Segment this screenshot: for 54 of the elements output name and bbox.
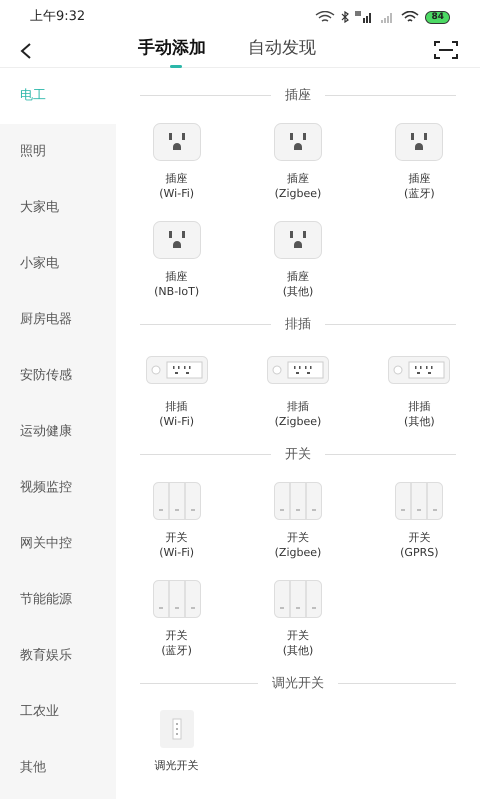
power-strip-icon xyxy=(266,356,329,384)
power-strip-icon xyxy=(146,356,208,384)
sidebar-item[interactable]: 视频监控 xyxy=(0,460,116,516)
device-item[interactable]: 排插 (其他) xyxy=(358,351,480,429)
device-item[interactable]: 调光开关 xyxy=(116,710,238,773)
device-item[interactable]: 插座 (其他) xyxy=(237,220,359,298)
sidebar-item[interactable]: 大家电 xyxy=(0,180,116,236)
device-item[interactable]: 插座 (蓝牙) xyxy=(358,122,480,200)
socket-icon xyxy=(274,122,322,160)
sidebar-item[interactable]: 厨房电器 xyxy=(0,292,116,348)
socket-icon xyxy=(152,122,201,160)
sidebar-item[interactable]: 网关中控 xyxy=(0,516,116,572)
device-item[interactable]: 开关 (蓝牙) xyxy=(116,580,238,658)
status-time: 上午9:32 xyxy=(30,8,86,26)
device-item[interactable]: 插座 (Zigbee) xyxy=(237,122,359,200)
section-title: 排插 xyxy=(285,316,311,334)
scan-icon[interactable] xyxy=(434,40,458,60)
sidebar-item[interactable]: 其他 xyxy=(0,740,116,796)
wall-switch-icon xyxy=(152,580,201,618)
sidebar-item[interactable]: 照明 xyxy=(0,124,116,180)
wifi-icon xyxy=(315,11,336,23)
section-title: 插座 xyxy=(285,87,311,105)
bluetooth-icon xyxy=(341,11,350,23)
device-item[interactable]: 排插 (Zigbee) xyxy=(237,351,359,429)
tab[interactable]: 手动添加 xyxy=(138,36,206,68)
wall-switch-icon xyxy=(274,482,322,520)
device-item[interactable]: 插座 (NB-IoT) xyxy=(116,220,238,298)
wall-switch-icon xyxy=(395,482,444,520)
battery-level: 84 xyxy=(425,10,450,24)
device-item[interactable]: 排插 (Wi-Fi) xyxy=(116,351,238,429)
device-item[interactable]: 插座 (Wi-Fi) xyxy=(116,122,238,200)
sidebar-item[interactable]: 节能能源 xyxy=(0,572,116,628)
socket-icon xyxy=(395,122,444,160)
signal-icon xyxy=(355,11,374,23)
section-title: 开关 xyxy=(285,446,311,464)
sidebar-item[interactable]: 运动健康 xyxy=(0,404,116,460)
power-strip-icon xyxy=(388,356,450,384)
sidebar-item[interactable]: 教育娱乐 xyxy=(0,628,116,684)
sidebar-item[interactable]: 工农业 xyxy=(0,684,116,740)
socket-icon xyxy=(274,220,322,258)
wifi-icon xyxy=(401,11,420,23)
section-title: 调光开关 xyxy=(272,674,324,692)
back-icon[interactable] xyxy=(20,43,32,59)
device-item[interactable]: 开关 (其他) xyxy=(237,580,359,658)
wall-switch-icon xyxy=(152,482,201,520)
dimmer-switch-icon xyxy=(160,710,194,748)
socket-icon xyxy=(152,220,201,258)
sidebar-item[interactable]: 小家电 xyxy=(0,236,116,292)
device-item[interactable]: 开关 (Zigbee) xyxy=(237,482,359,560)
tab[interactable]: 自动发现 xyxy=(248,36,316,68)
device-item[interactable]: 开关 (Wi-Fi) xyxy=(116,482,238,560)
device-item[interactable]: 开关 (GPRS) xyxy=(358,482,480,560)
sidebar-item[interactable]: 安防传感 xyxy=(0,348,116,404)
wall-switch-icon xyxy=(274,580,322,618)
